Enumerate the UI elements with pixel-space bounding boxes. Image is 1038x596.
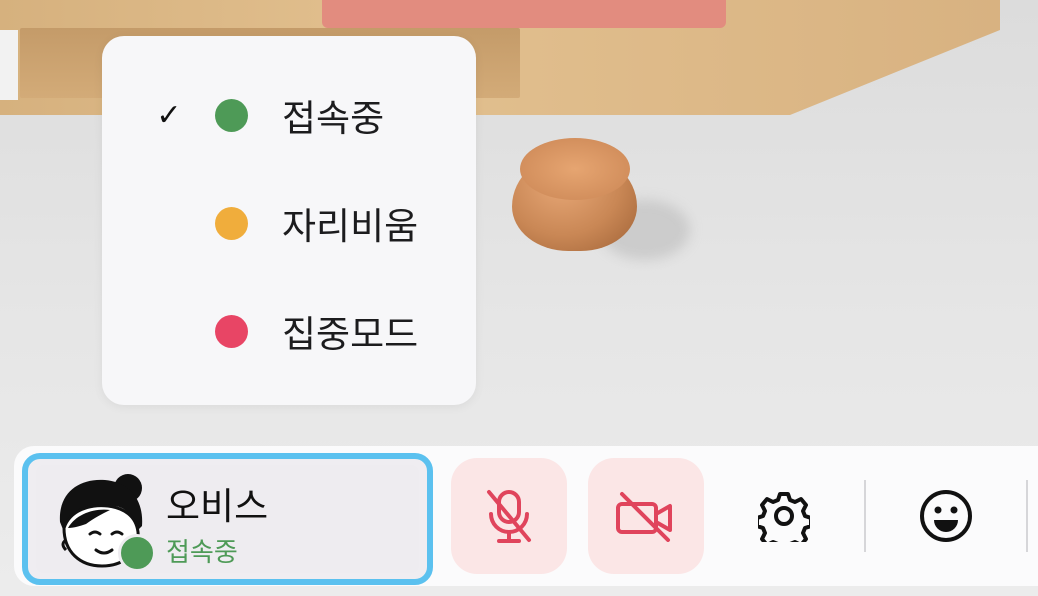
mic-off-icon [481, 486, 537, 546]
status-option-label: 접속중 [282, 97, 385, 140]
emoji-reaction-button[interactable] [888, 458, 1004, 574]
pouf-stool [512, 138, 637, 251]
pink-cushion [322, 0, 726, 28]
profile-name: 오비스 [166, 485, 269, 528]
mic-toggle-button[interactable] [451, 458, 567, 574]
camera-toggle-button[interactable] [588, 458, 704, 574]
status-option-away[interactable]: 자리비움 [102, 186, 476, 260]
status-dot-green [215, 98, 248, 132]
status-option-label: 집중모드 [282, 313, 419, 356]
status-option-label: 자리비움 [282, 205, 419, 248]
status-option-focus[interactable]: 집중모드 [102, 294, 476, 368]
status-dropdown: ✓ 접속중 자리비움 집중모드 [102, 36, 476, 405]
status-dot-orange [215, 206, 248, 240]
checkmark-icon: ✓ [156, 97, 182, 133]
status-dot-red [215, 314, 248, 348]
settings-button[interactable] [726, 458, 842, 574]
gear-icon [758, 490, 810, 542]
toolbar-divider [1026, 480, 1028, 552]
status-option-online[interactable]: ✓ 접속중 [102, 78, 476, 152]
toolbar-divider [864, 480, 866, 552]
shelf-side-panel [0, 30, 18, 100]
profile-status-label: 접속중 [166, 538, 238, 568]
camera-off-icon [614, 490, 678, 542]
online-status-dot [118, 534, 156, 572]
smiley-icon [918, 488, 974, 544]
